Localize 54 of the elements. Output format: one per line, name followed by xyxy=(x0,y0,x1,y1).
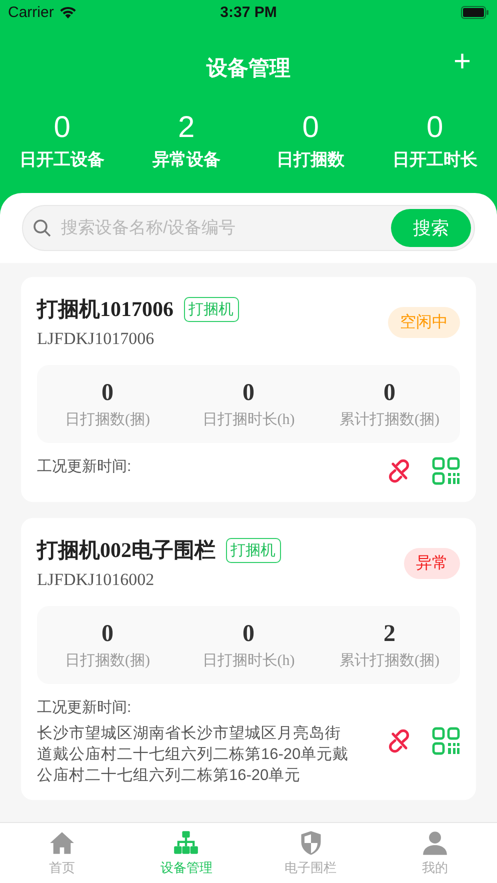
device-name: 打捆机1017006 xyxy=(37,296,174,323)
summary-value: 0 xyxy=(426,110,444,146)
summary-value: 0 xyxy=(301,110,320,146)
device-code: LJFDKJ1016002 xyxy=(37,570,154,590)
device-address: 长沙市望城区湖南省长沙市望城区月亮岛街道戴公庙村二十七组六列二栋第16-20单元戴公庙村二十七组六列二栋第16-20单元 xyxy=(37,724,350,786)
status-badge: 空闲中 xyxy=(388,306,460,338)
device-card[interactable]: 打捆机1017006 打捆机 LJFDKJ1017006 空闲中 0 日打捆数(捆) 0 日打捆时长(h) 0 累计打捆数(捆) 工况更新时间: xyxy=(21,277,476,502)
search-icon xyxy=(33,219,51,237)
summary-label: 异常设备 xyxy=(151,149,222,171)
carrier-label: Carrier xyxy=(8,4,54,21)
tab-item[interactable]: 电子围栏 xyxy=(248,823,373,883)
stat-value: 0 xyxy=(100,620,114,648)
broken-link-icon xyxy=(386,458,412,484)
wifi-icon xyxy=(58,6,77,19)
summary-label: 日开工设备 xyxy=(18,149,106,171)
qr-code-icon xyxy=(432,726,460,754)
device-name: 打捆机002电子围栏 xyxy=(37,537,216,564)
search-button[interactable]: 搜索 xyxy=(391,209,471,247)
device-code: LJFDKJ1017006 xyxy=(37,329,154,349)
update-time-label: 工况更新时间: xyxy=(37,698,132,717)
summary-value: 0 xyxy=(52,110,72,146)
stat-label: 日打捆时长(h) xyxy=(201,652,296,670)
status-badge: 异常 xyxy=(404,548,460,578)
stat-value: 0 xyxy=(242,379,256,407)
page-title: 设备管理 xyxy=(206,56,290,82)
stat-value: 0 xyxy=(100,379,114,407)
battery-icon xyxy=(461,6,489,19)
update-time-label: 工况更新时间: xyxy=(37,457,132,476)
search-field[interactable]: 搜索设备名称/设备编号 搜索 xyxy=(22,205,475,251)
tab-item[interactable]: 我的 xyxy=(372,823,497,883)
stat-label: 累计打捆数(捆) xyxy=(338,410,440,429)
summary-label: 日打捆数 xyxy=(276,149,346,171)
device-type-tag: 打捆机 xyxy=(184,296,238,322)
tab-item[interactable]: 设备管理 xyxy=(124,823,248,883)
qr-code-icon xyxy=(432,457,460,485)
home-icon xyxy=(49,830,76,856)
stat-value: 2 xyxy=(382,620,396,648)
stat-label: 日打捆时长(h) xyxy=(201,410,296,429)
stat-label: 累计打捆数(捆) xyxy=(338,652,440,670)
add-button[interactable]: + xyxy=(449,47,475,77)
qr-code-button[interactable] xyxy=(432,726,460,758)
hierarchy-icon xyxy=(173,830,200,856)
device-type-tag: 打捆机 xyxy=(226,538,280,562)
broken-link-icon xyxy=(386,728,412,754)
person-icon xyxy=(422,830,448,856)
clock-time: 3:37 PM xyxy=(220,4,277,21)
stat-value: 0 xyxy=(382,379,396,407)
device-card[interactable]: 打捆机002电子围栏 打捆机 LJFDKJ1016002 异常 0 日打捆数(捆) 0 日打捆时长(h) 2 累计打捆数(捆) 工况更新时间: 长沙市望城区湖南省长沙市望城区月亮岛街道戴公庙村二十七组六列二栋第16-20单元戴公庙村二十七组六列二栋第16-20单元 xyxy=(21,518,476,800)
stat-label: 日打捆数(捆) xyxy=(64,652,151,670)
stat-label: 日打捆数(捆) xyxy=(64,410,151,429)
summary-label: 日开工时长 xyxy=(391,149,478,171)
summary-value: 2 xyxy=(177,110,196,146)
stat-value: 0 xyxy=(242,620,256,648)
tab-item[interactable]: 首页 xyxy=(0,823,124,883)
